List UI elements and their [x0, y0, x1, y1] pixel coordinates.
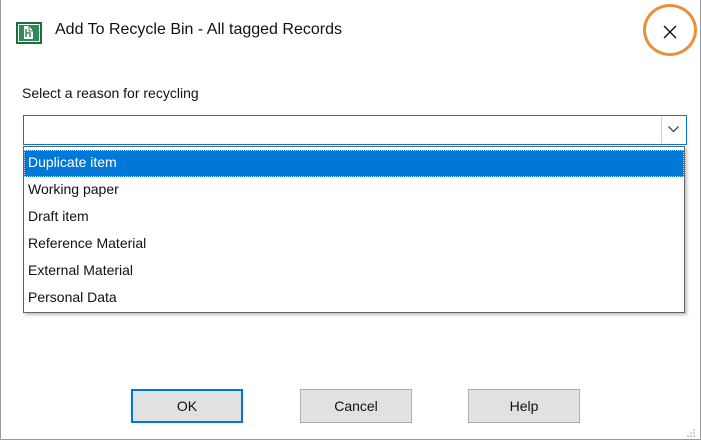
- help-button[interactable]: Help: [468, 389, 580, 423]
- reason-combobox[interactable]: [23, 115, 687, 145]
- combobox-dropdown-button[interactable]: [661, 117, 685, 143]
- reason-dropdown-list: Duplicate item Working paper Draft item …: [23, 146, 685, 313]
- close-button[interactable]: [651, 14, 689, 50]
- close-icon: [663, 25, 677, 39]
- app-document-icon: [16, 22, 42, 44]
- cancel-button[interactable]: Cancel: [300, 389, 412, 423]
- reason-label: Select a reason for recycling: [22, 85, 199, 101]
- dropdown-option-reference-material[interactable]: Reference Material: [24, 231, 684, 258]
- dropdown-option-draft-item[interactable]: Draft item: [24, 204, 684, 231]
- dropdown-option-external-material[interactable]: External Material: [24, 258, 684, 285]
- dropdown-option-working-paper[interactable]: Working paper: [24, 177, 684, 204]
- window-title: Add To Recycle Bin - All tagged Records: [55, 21, 342, 38]
- recycle-dialog: Add To Recycle Bin - All tagged Records …: [0, 0, 701, 440]
- title-bar[interactable]: Add To Recycle Bin - All tagged Records: [1, 0, 700, 64]
- dropdown-option-personal-data[interactable]: Personal Data: [24, 285, 684, 312]
- resize-grip-icon[interactable]: [686, 425, 696, 437]
- chevron-down-icon: [668, 126, 679, 133]
- dropdown-option-duplicate-item[interactable]: Duplicate item: [24, 150, 684, 177]
- ok-button[interactable]: OK: [131, 389, 243, 423]
